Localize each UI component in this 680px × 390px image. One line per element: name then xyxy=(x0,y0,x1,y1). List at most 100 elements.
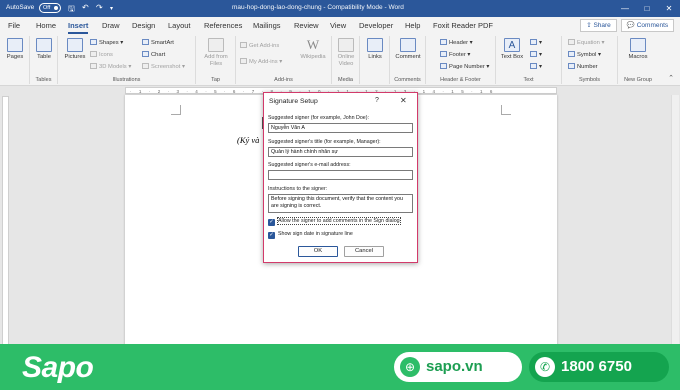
website-badge[interactable]: ⊕ sapo.vn xyxy=(394,352,522,382)
new-comment-button[interactable]: Comment xyxy=(394,38,422,61)
tab-mailings[interactable]: Mailings xyxy=(253,21,281,30)
tab-foxit-reader-pdf[interactable]: Foxit Reader PDF xyxy=(433,21,493,30)
add-from-files-button[interactable]: Add from Files xyxy=(200,38,232,68)
header-button[interactable]: Header ▾ xyxy=(440,39,473,46)
tab-references[interactable]: References xyxy=(204,21,242,30)
my-addins-icon xyxy=(240,58,247,64)
comments-label: Comments xyxy=(636,22,669,29)
pages-button[interactable]: Pages xyxy=(4,38,26,61)
save-icon[interactable]: 🖫 xyxy=(68,3,75,17)
help-icon[interactable]: ? xyxy=(375,97,379,104)
tab-review[interactable]: Review xyxy=(294,21,319,30)
ribbon-insert: Pages Table Tables Pictures Shapes ▾ Ico… xyxy=(0,34,680,86)
hotline-badge[interactable]: ✆ 1800 6750 xyxy=(529,352,669,382)
number-button[interactable]: Number xyxy=(568,63,598,70)
minimize-button[interactable]: — xyxy=(614,0,636,17)
add-from-files-label: Add from Files xyxy=(204,54,228,67)
symbol-label: Symbol xyxy=(577,52,597,58)
allow-comments-checkbox[interactable]: ✓ Allow the signer to add comments in the… xyxy=(268,217,401,226)
suggested-signer-title-input[interactable]: Quản lý hành chính nhân sự xyxy=(268,147,413,157)
group-text: A Text Box ▾ ▾ ▾ Text xyxy=(496,36,562,84)
page-number-button[interactable]: Page Number ▾ xyxy=(440,63,489,70)
tab-draw[interactable]: Draw xyxy=(102,21,120,30)
suggested-signer-email-input[interactable] xyxy=(268,170,413,180)
smartart-label: SmartArt xyxy=(151,40,174,46)
vertical-scrollbar[interactable] xyxy=(671,95,679,350)
redo-icon[interactable]: ↷ xyxy=(96,3,103,12)
suggested-signer-input[interactable]: Nguyễn Văn A xyxy=(268,123,413,133)
cancel-button[interactable]: Cancel xyxy=(344,246,384,257)
tab-home[interactable]: Home xyxy=(36,21,56,30)
links-button[interactable]: Links xyxy=(364,38,386,61)
get-addins-label: Get Add-ins xyxy=(249,43,280,49)
title-bar: AutoSave Off 🖫 ↶ ↷ ▾ mau-hop-dong-lao-do… xyxy=(0,0,680,17)
undo-icon[interactable]: ↶ xyxy=(82,3,89,12)
shapes-button[interactable]: Shapes ▾ xyxy=(90,39,123,46)
group-label-new-group: New Group xyxy=(624,77,652,83)
add-from-files-icon xyxy=(208,38,224,52)
customize-quick-access-icon[interactable]: ▾ xyxy=(110,5,113,12)
icons-button[interactable]: Icons xyxy=(90,51,113,58)
signature-setup-dialog: Signature Setup ? ✕ Suggested signer (fo… xyxy=(263,92,418,263)
chart-button[interactable]: Chart xyxy=(142,51,165,58)
3d-models-icon xyxy=(90,63,97,69)
online-video-icon xyxy=(338,38,354,52)
tab-developer[interactable]: Developer xyxy=(359,21,393,30)
instructions-textarea[interactable]: Before signing this document, verify tha… xyxy=(268,194,413,213)
document-body-text: (Ký và xyxy=(237,135,260,145)
online-video-button[interactable]: Online Video xyxy=(334,38,358,68)
omega-icon xyxy=(568,51,575,57)
drop-cap-icon[interactable]: ▾ xyxy=(530,63,542,70)
tab-insert[interactable]: Insert xyxy=(68,21,89,34)
autosave-toggle[interactable]: Off xyxy=(39,3,61,13)
symbol-button[interactable]: Symbol ▾ xyxy=(568,51,601,58)
get-addins-button[interactable]: Get Add-ins xyxy=(240,42,279,49)
promo-footer: Sapo ⊕ sapo.vn ✆ 1800 6750 xyxy=(0,344,680,390)
table-button[interactable]: Table xyxy=(34,38,54,61)
group-illustrations: Pictures Shapes ▾ Icons 3D Models ▾ Smar… xyxy=(58,36,196,84)
wordart-icon[interactable]: ▾ xyxy=(530,51,542,58)
margin-mark-top-right xyxy=(501,105,511,115)
tab-design[interactable]: Design xyxy=(132,21,155,30)
screenshot-label: Screenshot xyxy=(151,64,181,70)
macros-button[interactable]: Macros xyxy=(624,38,652,61)
group-links: Links xyxy=(360,36,390,84)
pictures-icon xyxy=(67,38,83,52)
text-box-button[interactable]: A Text Box xyxy=(500,38,524,61)
macros-label: Macros xyxy=(628,54,648,60)
wikipedia-button[interactable]: W Wikipedia xyxy=(298,38,328,61)
equation-button[interactable]: Equation ▾ xyxy=(568,39,604,46)
chart-icon xyxy=(142,51,149,57)
shapes-label: Shapes xyxy=(99,40,119,46)
ok-button[interactable]: OK xyxy=(298,246,338,257)
checkmark-icon: ✓ xyxy=(268,219,275,226)
number-label: Number xyxy=(577,64,598,70)
signer-label: Suggested signer (for example, John Doe)… xyxy=(268,115,369,121)
comments-button[interactable]: 💬 Comments xyxy=(621,19,674,32)
website-text: sapo.vn xyxy=(426,358,483,375)
screenshot-button[interactable]: Screenshot ▾ xyxy=(142,63,185,70)
header-icon xyxy=(440,39,447,45)
tab-file[interactable]: File xyxy=(8,21,20,30)
pictures-button[interactable]: Pictures xyxy=(62,38,88,61)
dialog-close-icon[interactable]: ✕ xyxy=(400,96,407,105)
my-addins-button[interactable]: My Add-ins ▾ xyxy=(240,58,282,65)
text-box-icon: A xyxy=(504,38,520,52)
quick-parts-icon[interactable]: ▾ xyxy=(530,39,542,46)
tab-help[interactable]: Help xyxy=(405,21,420,30)
footer-icon xyxy=(440,51,447,57)
close-button[interactable]: ✕ xyxy=(658,0,680,17)
tab-layout[interactable]: Layout xyxy=(168,21,191,30)
share-button[interactable]: ⇪ Share xyxy=(580,19,617,32)
group-header-footer: Header ▾ Footer ▾ Page Number ▾ Header &… xyxy=(426,36,496,84)
3d-models-button[interactable]: 3D Models ▾ xyxy=(90,63,131,70)
tab-view[interactable]: View xyxy=(330,21,346,30)
smartart-button[interactable]: SmartArt xyxy=(142,39,174,46)
store-icon xyxy=(240,42,247,48)
footer-button[interactable]: Footer ▾ xyxy=(440,51,470,58)
collapse-ribbon-icon[interactable]: ⌃ xyxy=(668,74,674,82)
vertical-ruler[interactable] xyxy=(2,96,9,346)
text-box-label: Text Box xyxy=(500,54,524,60)
show-sign-date-checkbox[interactable]: ✓ Show sign date in signature line xyxy=(268,231,353,239)
maximize-button[interactable]: □ xyxy=(636,0,658,17)
